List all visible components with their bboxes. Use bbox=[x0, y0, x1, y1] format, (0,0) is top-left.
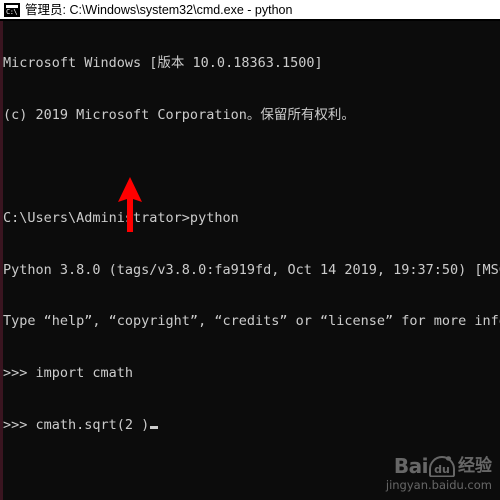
console-text-block: Microsoft Windows [版本 10.0.18363.1500] (… bbox=[3, 21, 500, 468]
cmd-window-icon: C:\ bbox=[4, 2, 20, 17]
watermark-paw-text: du bbox=[434, 463, 450, 476]
cmd-icon-prompt-glyph: C:\ bbox=[6, 7, 18, 16]
baidu-paw-icon: du bbox=[429, 455, 455, 477]
console-line: Python 3.8.0 (tags/v3.8.0:fa919fd, Oct 1… bbox=[3, 261, 500, 278]
watermark-logo: Bai du 经验 bbox=[386, 455, 492, 477]
watermark-url-text: jingyan.baidu.com bbox=[385, 478, 492, 492]
watermark-suffix-text: 经验 bbox=[458, 456, 492, 476]
console-output-area[interactable]: Microsoft Windows [版本 10.0.18363.1500] (… bbox=[0, 21, 500, 500]
console-line: Microsoft Windows [版本 10.0.18363.1500] bbox=[3, 55, 323, 72]
console-line: (c) 2019 Microsoft Corporation。保留所有权利。 bbox=[3, 107, 355, 123]
screenshot-root: C:\ 管理员: C:\Windows\system32\cmd.exe - p… bbox=[0, 0, 500, 500]
block-cursor bbox=[150, 425, 159, 429]
watermark-brand-text: Bai bbox=[393, 454, 429, 478]
window-titlebar[interactable]: C:\ 管理员: C:\Windows\system32\cmd.exe - p… bbox=[0, 0, 500, 19]
console-line: Type “help”, “copyright”, “credits” or “… bbox=[3, 313, 500, 330]
console-line: C:\Users\Administrator>python bbox=[3, 210, 239, 227]
window-title: 管理员: C:\Windows\system32\cmd.exe - pytho… bbox=[25, 2, 293, 17]
baidu-jingyan-watermark: Bai du 经验 jingyan.baidu.com bbox=[386, 455, 492, 492]
console-line: >>> import cmath bbox=[3, 364, 134, 381]
console-line-current-input: >>> cmath.sqrt(2 ) bbox=[3, 417, 500, 434]
console-current-command: >>> cmath.sqrt(2 ) bbox=[3, 416, 150, 433]
